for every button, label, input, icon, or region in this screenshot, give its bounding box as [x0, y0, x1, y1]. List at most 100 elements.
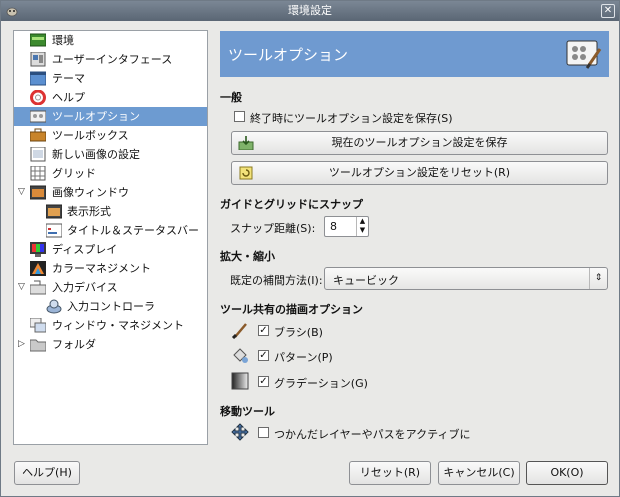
page-title: ツールオプション — [228, 46, 349, 64]
environment-icon — [30, 33, 46, 47]
close-icon: ✕ — [603, 5, 613, 16]
interpolation-combo[interactable]: キュービック ⇕ — [324, 267, 608, 290]
brush-label[interactable]: ブラシ(B) — [274, 324, 323, 340]
cancel-button[interactable]: キャンセル(C) — [438, 461, 520, 485]
tool-options-large-icon — [566, 40, 602, 69]
new-image-icon — [30, 147, 46, 162]
scale-heading: 拡大・縮小 — [220, 250, 275, 263]
tree-item-input-devices[interactable]: ▽ 入力デバイス — [14, 278, 207, 297]
image-window-icon — [30, 185, 46, 200]
save-on-exit-label[interactable]: 終了時にツールオプション設定を保存(S) — [250, 110, 453, 126]
move-tool-icon — [231, 423, 249, 441]
toolbox-icon — [30, 128, 46, 142]
activate-layer-label[interactable]: つかんだレイヤーやパスをアクティブに — [274, 426, 470, 442]
tree-item-label: 入力デバイス — [52, 281, 118, 294]
collapse-arrow-icon[interactable]: ▽ — [18, 278, 28, 297]
spin-arrows-icon[interactable]: ▲ ▼ — [356, 217, 368, 236]
tree-item-label: 環境 — [52, 34, 74, 47]
tree-item-label: タイトル＆ステータスバー — [67, 224, 199, 237]
tree-item-folders[interactable]: ▷ フォルダ — [14, 335, 207, 354]
tree-item-help[interactable]: ヘルプ — [14, 88, 207, 107]
help-lifebuoy-icon — [30, 90, 46, 105]
tree-item-color-management[interactable]: カラーマネジメント — [14, 259, 207, 278]
tree-item-input-controllers[interactable]: 入力コントローラ — [14, 297, 207, 316]
input-controllers-icon — [46, 299, 62, 314]
tree-item-label: カラーマネジメント — [52, 262, 151, 275]
tree-item-label: ツールオプション — [52, 110, 140, 123]
gradient-checkbox[interactable]: ✓ — [258, 376, 269, 387]
snap-distance-value[interactable]: 8 — [330, 220, 337, 233]
brush-checkbox[interactable]: ✓ — [258, 325, 269, 336]
display-icon — [30, 242, 46, 257]
reset-button[interactable]: リセット(R) — [349, 461, 431, 485]
preferences-dialog: 環境設定 ✕ 環境 ユーザーインタフェース テーマ ヘルプ ツールオプション ツ… — [0, 0, 620, 497]
window-title: 環境設定 — [288, 4, 332, 17]
tree-item-label: 新しい画像の設定 — [52, 148, 140, 161]
title-bar: 環境設定 ✕ — [1, 1, 619, 21]
tree-item-label: グリッド — [52, 167, 96, 180]
tree-item-user-interface[interactable]: ユーザーインタフェース — [14, 50, 207, 69]
tree-item-title-status[interactable]: タイトル＆ステータスバー — [14, 221, 207, 240]
snap-heading: ガイドとグリッドにスナップ — [220, 198, 363, 211]
check-mark-icon: ✓ — [259, 376, 268, 387]
tree-item-image-window[interactable]: ▽ 画像ウィンドウ — [14, 183, 207, 202]
folder-icon — [30, 339, 46, 352]
tree-item-grid[interactable]: グリッド — [14, 164, 207, 183]
category-tree[interactable]: 環境 ユーザーインタフェース テーマ ヘルプ ツールオプション ツールボックス … — [13, 30, 208, 445]
appearance-icon — [46, 204, 62, 219]
interpolation-value: キュービック — [333, 274, 399, 287]
window-management-icon — [30, 318, 46, 333]
tree-item-label: ウィンドウ・マネジメント — [52, 319, 184, 332]
reset-tool-options-label: ツールオプション設定をリセット(R) — [328, 166, 511, 179]
tree-item-label: 表示形式 — [67, 205, 111, 218]
collapse-arrow-icon[interactable]: ▽ — [18, 183, 28, 202]
tree-item-environment[interactable]: 環境 — [14, 31, 207, 50]
tree-item-label: ディスプレイ — [52, 243, 118, 256]
save-tool-options-now-label: 現在のツールオプション設定を保存 — [331, 136, 508, 149]
reset-tool-options-button[interactable]: ツールオプション設定をリセット(R) — [231, 161, 608, 185]
tree-item-window-management[interactable]: ウィンドウ・マネジメント — [14, 316, 207, 335]
paint-options-heading: ツール共有の描画オプション — [220, 303, 363, 316]
reset-button-label: リセット(R) — [359, 466, 421, 479]
page-header: ツールオプション — [220, 31, 609, 77]
tree-item-label: フォルダ — [52, 338, 96, 351]
theme-icon — [30, 71, 46, 86]
ok-button-label: OK(O) — [550, 466, 584, 479]
save-icon — [238, 136, 254, 150]
gradient-label[interactable]: グラデーション(G) — [274, 375, 368, 391]
activate-layer-checkbox[interactable] — [258, 427, 269, 438]
tree-item-label: ユーザーインタフェース — [52, 53, 173, 66]
tree-item-toolbox[interactable]: ツールボックス — [14, 126, 207, 145]
tree-item-theme[interactable]: テーマ — [14, 69, 207, 88]
snap-distance-spinbutton[interactable]: 8 ▲ ▼ — [324, 216, 369, 237]
interpolation-label: 既定の補間方法(I): — [230, 274, 323, 287]
reset-icon — [239, 166, 253, 180]
general-heading: 一般 — [220, 91, 242, 104]
check-mark-icon: ✓ — [259, 350, 268, 361]
gradient-icon — [231, 372, 249, 390]
gimp-app-icon[interactable] — [5, 4, 19, 18]
tool-options-icon — [30, 110, 46, 123]
pattern-label[interactable]: パターン(P) — [274, 349, 333, 365]
help-button-label: ヘルプ(H) — [22, 466, 72, 479]
tree-item-label: 画像ウィンドウ — [52, 186, 129, 199]
check-mark-icon: ✓ — [259, 325, 268, 336]
user-interface-icon — [30, 52, 46, 67]
tree-item-display[interactable]: ディスプレイ — [14, 240, 207, 259]
save-on-exit-checkbox[interactable] — [234, 111, 245, 122]
color-management-icon — [30, 261, 46, 276]
close-window-button[interactable]: ✕ — [601, 4, 615, 18]
tree-item-label: ツールボックス — [52, 129, 129, 142]
tree-item-new-image[interactable]: 新しい画像の設定 — [14, 145, 207, 164]
save-tool-options-now-button[interactable]: 現在のツールオプション設定を保存 — [231, 131, 608, 155]
cancel-button-label: キャンセル(C) — [443, 466, 515, 479]
tree-item-appearance[interactable]: 表示形式 — [14, 202, 207, 221]
expand-arrow-icon[interactable]: ▷ — [18, 335, 28, 354]
ok-button[interactable]: OK(O) — [526, 461, 608, 485]
tree-item-tool-options[interactable]: ツールオプション — [14, 107, 207, 126]
help-button[interactable]: ヘルプ(H) — [14, 461, 80, 485]
tree-item-label: テーマ — [52, 72, 85, 85]
paintbrush-icon — [231, 323, 247, 339]
pattern-checkbox[interactable]: ✓ — [258, 350, 269, 361]
move-tool-heading: 移動ツール — [220, 405, 275, 418]
